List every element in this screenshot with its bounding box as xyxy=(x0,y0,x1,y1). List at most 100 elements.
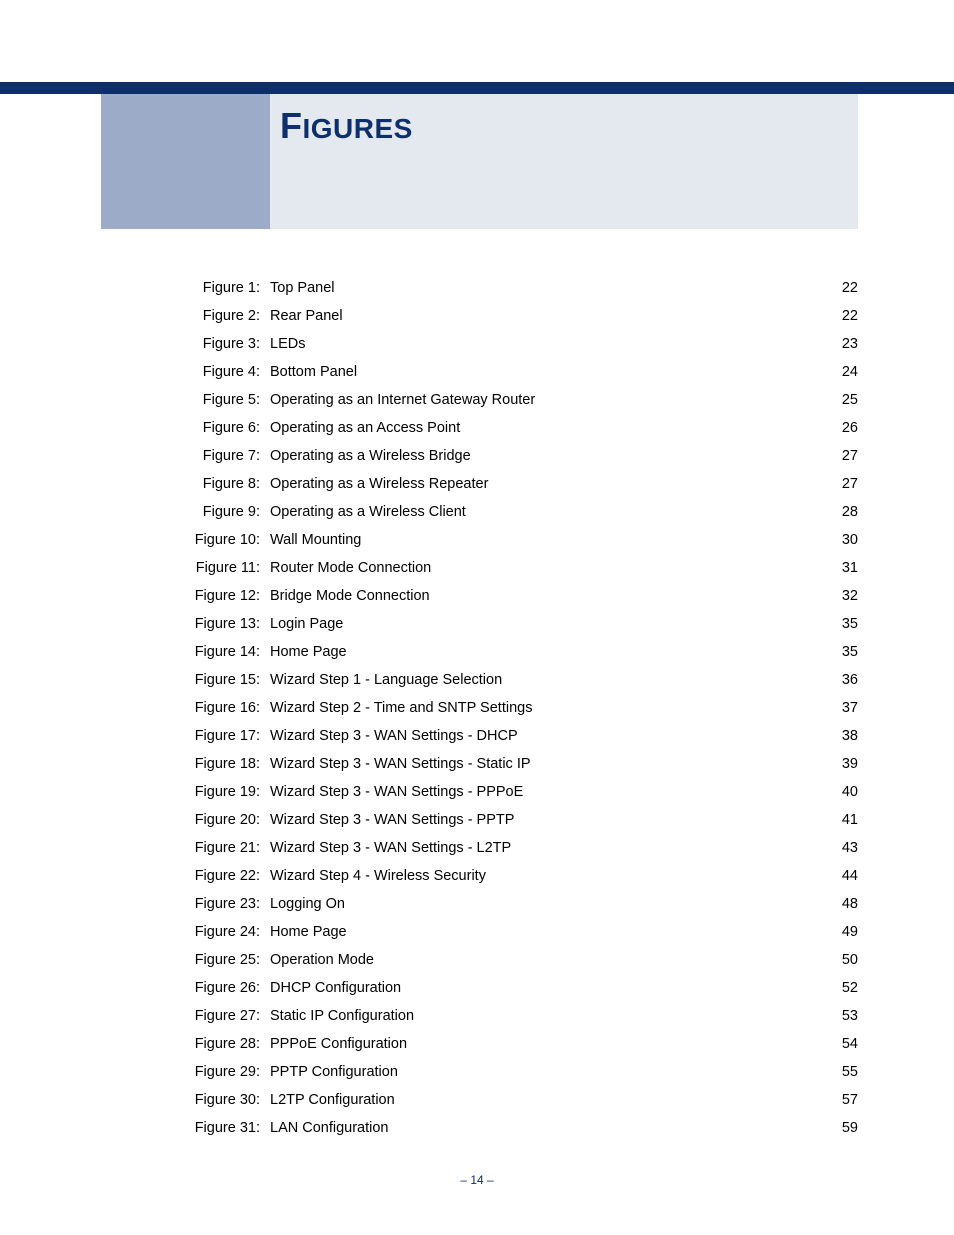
figure-label: Figure 19: xyxy=(101,778,270,806)
figure-page: 31 xyxy=(818,554,858,582)
figure-title: Operating as a Wireless Bridge xyxy=(270,442,818,470)
figure-entry[interactable]: Figure 31:LAN Configuration59 xyxy=(101,1114,858,1142)
figure-page: 26 xyxy=(818,414,858,442)
figure-title: Top Panel xyxy=(270,274,818,302)
figure-entry[interactable]: Figure 20:Wizard Step 3 - WAN Settings -… xyxy=(101,806,858,834)
figure-label: Figure 7: xyxy=(101,442,270,470)
figure-title: PPTP Configuration xyxy=(270,1058,818,1086)
figure-label: Figure 18: xyxy=(101,750,270,778)
figure-entry[interactable]: Figure 6:Operating as an Access Point26 xyxy=(101,414,858,442)
figure-entry[interactable]: Figure 22:Wizard Step 4 - Wireless Secur… xyxy=(101,862,858,890)
figure-page: 38 xyxy=(818,722,858,750)
figure-entry[interactable]: Figure 4:Bottom Panel24 xyxy=(101,358,858,386)
figure-label: Figure 30: xyxy=(101,1086,270,1114)
figure-title: Bottom Panel xyxy=(270,358,818,386)
figure-page: 39 xyxy=(818,750,858,778)
figure-page: 50 xyxy=(818,946,858,974)
figure-page: 53 xyxy=(818,1002,858,1030)
figure-entry[interactable]: Figure 12:Bridge Mode Connection32 xyxy=(101,582,858,610)
figure-page: 32 xyxy=(818,582,858,610)
figure-label: Figure 15: xyxy=(101,666,270,694)
page-footer: – 14 – xyxy=(0,1173,954,1187)
figure-label: Figure 23: xyxy=(101,890,270,918)
figure-page: 49 xyxy=(818,918,858,946)
figure-entry[interactable]: Figure 11:Router Mode Connection31 xyxy=(101,554,858,582)
figure-label: Figure 22: xyxy=(101,862,270,890)
figure-label: Figure 29: xyxy=(101,1058,270,1086)
figure-title: Operating as an Internet Gateway Router xyxy=(270,386,818,414)
figure-title: Router Mode Connection xyxy=(270,554,818,582)
figure-title: Operation Mode xyxy=(270,946,818,974)
figure-entry[interactable]: Figure 30:L2TP Configuration57 xyxy=(101,1086,858,1114)
figure-page: 22 xyxy=(818,302,858,330)
figure-page: 28 xyxy=(818,498,858,526)
figure-label: Figure 10: xyxy=(101,526,270,554)
figures-list: Figure 1:Top Panel22Figure 2:Rear Panel2… xyxy=(101,274,858,1142)
figure-entry[interactable]: Figure 19:Wizard Step 3 - WAN Settings -… xyxy=(101,778,858,806)
figure-title: Wizard Step 4 - Wireless Security xyxy=(270,862,818,890)
figure-title: Wizard Step 3 - WAN Settings - Static IP xyxy=(270,750,818,778)
figure-label: Figure 28: xyxy=(101,1030,270,1058)
figure-entry[interactable]: Figure 16:Wizard Step 2 - Time and SNTP … xyxy=(101,694,858,722)
figure-entry[interactable]: Figure 1:Top Panel22 xyxy=(101,274,858,302)
figure-label: Figure 11: xyxy=(101,554,270,582)
figure-page: 44 xyxy=(818,862,858,890)
figure-title: Static IP Configuration xyxy=(270,1002,818,1030)
figure-entry[interactable]: Figure 5:Operating as an Internet Gatewa… xyxy=(101,386,858,414)
figure-title: Operating as a Wireless Client xyxy=(270,498,818,526)
figure-entry[interactable]: Figure 10:Wall Mounting30 xyxy=(101,526,858,554)
figure-label: Figure 5: xyxy=(101,386,270,414)
page-title: FIGURES xyxy=(280,105,413,147)
figure-label: Figure 24: xyxy=(101,918,270,946)
title-rest: IGURES xyxy=(303,113,413,144)
figure-title: Login Page xyxy=(270,610,818,638)
figure-label: Figure 12: xyxy=(101,582,270,610)
figure-entry[interactable]: Figure 2:Rear Panel22 xyxy=(101,302,858,330)
figure-entry[interactable]: Figure 15:Wizard Step 1 - Language Selec… xyxy=(101,666,858,694)
figure-title: Wizard Step 2 - Time and SNTP Settings xyxy=(270,694,818,722)
figure-label: Figure 14: xyxy=(101,638,270,666)
figure-page: 57 xyxy=(818,1086,858,1114)
figure-entry[interactable]: Figure 17:Wizard Step 3 - WAN Settings -… xyxy=(101,722,858,750)
figure-entry[interactable]: Figure 8:Operating as a Wireless Repeate… xyxy=(101,470,858,498)
figure-entry[interactable]: Figure 28:PPPoE Configuration54 xyxy=(101,1030,858,1058)
figure-page: 35 xyxy=(818,638,858,666)
figure-title: Wizard Step 3 - WAN Settings - PPTP xyxy=(270,806,818,834)
figure-entry[interactable]: Figure 14:Home Page35 xyxy=(101,638,858,666)
figure-entry[interactable]: Figure 25:Operation Mode50 xyxy=(101,946,858,974)
figure-page: 52 xyxy=(818,974,858,1002)
figure-entry[interactable]: Figure 26:DHCP Configuration52 xyxy=(101,974,858,1002)
figure-title: Rear Panel xyxy=(270,302,818,330)
figure-entry[interactable]: Figure 24:Home Page49 xyxy=(101,918,858,946)
figure-entry[interactable]: Figure 23:Logging On48 xyxy=(101,890,858,918)
figure-title: Logging On xyxy=(270,890,818,918)
figure-entry[interactable]: Figure 9:Operating as a Wireless Client2… xyxy=(101,498,858,526)
figure-label: Figure 16: xyxy=(101,694,270,722)
figure-entry[interactable]: Figure 13:Login Page35 xyxy=(101,610,858,638)
title-cap: F xyxy=(280,105,303,146)
figure-entry[interactable]: Figure 7:Operating as a Wireless Bridge2… xyxy=(101,442,858,470)
figure-title: LAN Configuration xyxy=(270,1114,818,1142)
figure-entry[interactable]: Figure 27:Static IP Configuration53 xyxy=(101,1002,858,1030)
figure-label: Figure 9: xyxy=(101,498,270,526)
figure-title: Home Page xyxy=(270,918,818,946)
figure-page: 54 xyxy=(818,1030,858,1058)
figure-label: Figure 20: xyxy=(101,806,270,834)
figure-entry[interactable]: Figure 29:PPTP Configuration55 xyxy=(101,1058,858,1086)
figure-page: 48 xyxy=(818,890,858,918)
figure-title: Operating as a Wireless Repeater xyxy=(270,470,818,498)
figure-page: 23 xyxy=(818,330,858,358)
figure-label: Figure 27: xyxy=(101,1002,270,1030)
figure-entry[interactable]: Figure 21:Wizard Step 3 - WAN Settings -… xyxy=(101,834,858,862)
figure-page: 27 xyxy=(818,470,858,498)
figure-label: Figure 3: xyxy=(101,330,270,358)
figure-page: 27 xyxy=(818,442,858,470)
figure-entry[interactable]: Figure 3:LEDs23 xyxy=(101,330,858,358)
figure-entry[interactable]: Figure 18:Wizard Step 3 - WAN Settings -… xyxy=(101,750,858,778)
figure-label: Figure 25: xyxy=(101,946,270,974)
figure-label: Figure 6: xyxy=(101,414,270,442)
figure-page: 41 xyxy=(818,806,858,834)
figure-title: Wall Mounting xyxy=(270,526,818,554)
figure-title: LEDs xyxy=(270,330,818,358)
figure-page: 24 xyxy=(818,358,858,386)
